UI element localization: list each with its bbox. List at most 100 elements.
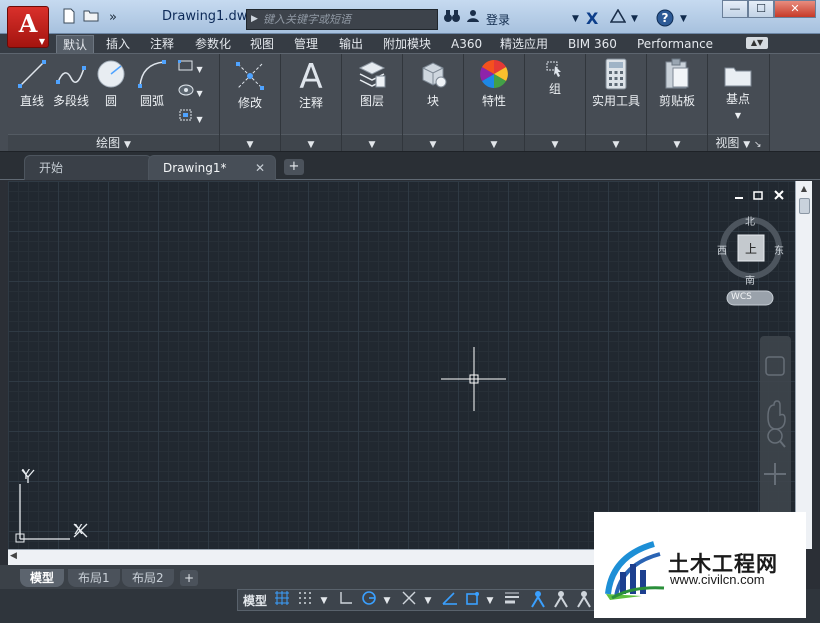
layers-panel-footer[interactable]: ▼ (342, 134, 402, 151)
grid-icon[interactable] (272, 590, 292, 612)
ribbon-minimize-icon[interactable]: ▲▼ (746, 37, 768, 49)
layers-button[interactable]: 图层 (342, 58, 402, 109)
block-panel-footer[interactable]: ▼ (403, 134, 463, 151)
tab-default[interactable]: 默认 (56, 35, 95, 53)
viewcube-east[interactable]: 东 (774, 242, 784, 257)
viewport-controls[interactable] (735, 190, 784, 200)
tab-featured-apps[interactable]: 精选应用 (494, 35, 554, 53)
add-layout-button[interactable]: + (180, 570, 198, 586)
horizontal-scrollbar[interactable]: ◀ (8, 549, 598, 565)
login-link[interactable]: 登录 (486, 11, 510, 28)
circle-tool-button[interactable]: 圆 (94, 58, 128, 109)
more-tools-icon[interactable]: » (102, 8, 124, 28)
a360-icon[interactable] (609, 8, 627, 29)
block-button[interactable]: 块 (403, 58, 463, 109)
polyline-tool-button[interactable]: 多段线 (50, 58, 92, 109)
tab-view[interactable]: 视图 (244, 35, 280, 53)
viewcube-top-face[interactable]: 上 (745, 240, 757, 257)
line-label: 直线 (19, 94, 44, 108)
tab-addins[interactable]: 附加模块 (377, 35, 437, 53)
properties-button[interactable]: 特性 (464, 58, 524, 109)
scroll-left-icon[interactable]: ◀ (10, 551, 17, 561)
circle-icon (97, 60, 125, 88)
annotation-autoscale-icon[interactable] (551, 590, 571, 612)
tab-layout1[interactable]: 布局1 (68, 569, 120, 587)
hatch-tool-button[interactable]: ▼ (178, 84, 208, 102)
draw-panel-footer[interactable]: 绘图 ▼ (8, 134, 219, 151)
modify-label: 修改 (237, 96, 262, 110)
view-panel-footer[interactable]: 视图 ▼ ↘ (708, 134, 769, 151)
viewcube-west[interactable]: 西 (717, 242, 727, 257)
new-file-icon[interactable] (58, 8, 80, 28)
binoculars-icon[interactable] (443, 9, 461, 29)
basepoint-button[interactable]: 基点 ▼ (708, 64, 768, 121)
clipboard-panel-footer[interactable]: ▼ (647, 134, 707, 151)
group-button[interactable]: 组 (525, 58, 585, 97)
dialog-launcher-icon[interactable]: ↘ (754, 140, 762, 150)
new-tab-button[interactable]: + (284, 159, 304, 175)
application-menu-button[interactable]: A ▼ (7, 6, 49, 48)
tab-insert[interactable]: 插入 (100, 35, 136, 53)
exchange-apps-icon[interactable]: X (586, 9, 598, 29)
utilities-panel-footer[interactable]: ▼ (586, 134, 646, 151)
minimize-button[interactable]: — (722, 0, 748, 18)
search-input[interactable]: ▶ 键入关键字或短语 (246, 9, 438, 30)
rectangle-tool-button[interactable]: ▼ (178, 60, 208, 78)
wcs-menu[interactable]: WCS (731, 292, 752, 302)
user-icon[interactable] (466, 9, 480, 29)
annotation-visibility-icon[interactable] (528, 590, 548, 612)
tab-bim360[interactable]: BIM 360 (562, 35, 623, 53)
chevron-down-icon[interactable]: ▼ (680, 9, 687, 29)
maximize-button[interactable]: ☐ (748, 0, 774, 18)
close-button[interactable]: ✕ (774, 0, 816, 18)
chevron-down-icon[interactable]: ▼ (318, 590, 330, 612)
chevron-down-icon[interactable]: ▼ (381, 590, 393, 612)
annotation-scale-icon[interactable] (574, 590, 594, 612)
scroll-thumb[interactable] (799, 198, 810, 214)
snap-icon[interactable] (295, 590, 315, 612)
tab-manage[interactable]: 管理 (288, 35, 324, 53)
tab-drawing1[interactable]: Drawing1* ✕ (148, 155, 276, 180)
polar-tracking-icon[interactable] (359, 590, 379, 612)
model-space-button[interactable]: 模型 (241, 590, 269, 612)
isodraft-icon[interactable] (399, 590, 419, 612)
boundary-tool-button[interactable]: ▼ (178, 108, 208, 126)
modify-panel-footer[interactable]: ▼ (220, 134, 280, 151)
tab-output[interactable]: 输出 (333, 35, 369, 53)
line-tool-button[interactable]: 直线 (12, 58, 52, 109)
group-panel-footer[interactable]: ▼ (525, 134, 585, 151)
tab-start[interactable]: 开始 (24, 155, 152, 180)
clipboard-button[interactable]: 剪贴板 (647, 58, 707, 109)
lineweight-icon[interactable] (502, 590, 522, 612)
tab-layout2[interactable]: 布局2 (122, 569, 174, 587)
scroll-up-icon[interactable]: ▲ (796, 184, 812, 193)
ortho-icon[interactable] (336, 590, 356, 612)
utilities-button[interactable]: 实用工具 (586, 58, 646, 109)
object-snap-icon[interactable] (462, 590, 482, 612)
tab-model[interactable]: 模型 (20, 569, 65, 587)
tab-parametric[interactable]: 参数化 (189, 35, 237, 53)
drawing-canvas[interactable]: Y X 北 南 西 东 上 WCS (8, 181, 795, 549)
tab-annotate[interactable]: 注释 (144, 35, 180, 53)
tab-a360[interactable]: A360 (445, 35, 488, 53)
object-snap-tracking-icon[interactable] (440, 590, 460, 612)
arc-tool-button[interactable]: 圆弧 (134, 58, 170, 109)
annotation-panel-footer[interactable]: ▼ (281, 134, 341, 151)
help-icon[interactable]: ? (656, 9, 674, 29)
chevron-down-icon[interactable]: ▼ (422, 590, 434, 612)
navigation-bar[interactable] (760, 336, 791, 520)
viewcube-south[interactable]: 南 (745, 272, 755, 287)
chevron-down-icon[interactable]: ▼ (631, 9, 638, 29)
status-toolbar: 模型 ▼ ▼ ▼ ▼ (237, 589, 597, 611)
viewcube-north[interactable]: 北 (745, 213, 755, 228)
annotation-button[interactable]: A 注释 (281, 58, 341, 111)
tab-performance[interactable]: Performance (631, 35, 719, 53)
chevron-down-icon[interactable]: ▼ (572, 9, 579, 29)
vertical-scrollbar[interactable]: ▲ (795, 181, 812, 549)
open-folder-icon[interactable] (80, 8, 102, 28)
properties-panel-footer[interactable]: ▼ (464, 134, 524, 151)
chevron-down-icon[interactable]: ▼ (484, 590, 496, 612)
chevron-down-icon: ▼ (123, 140, 131, 150)
close-icon[interactable]: ✕ (255, 156, 265, 181)
modify-button[interactable]: 修改 (220, 60, 280, 111)
